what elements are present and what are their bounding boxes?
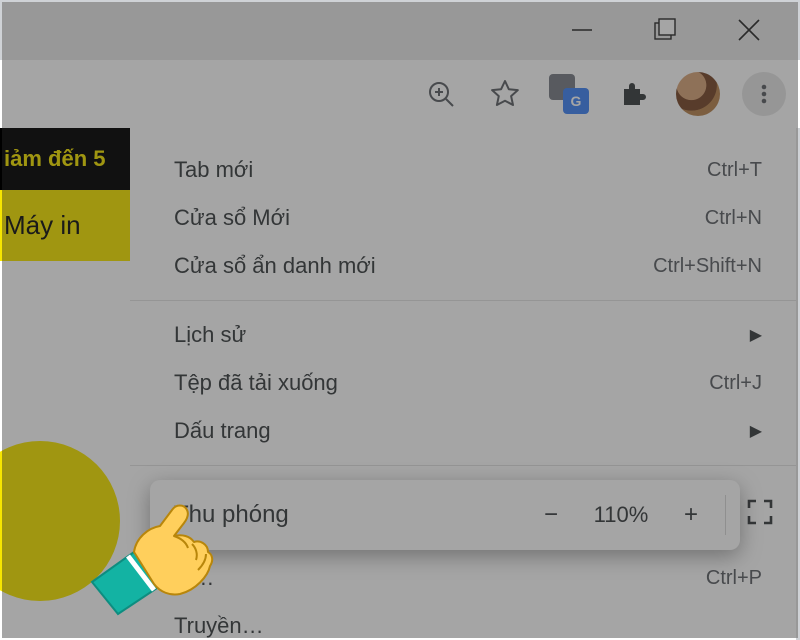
zoom-in-button[interactable]: + <box>663 487 719 543</box>
magnifier-plus-icon <box>426 79 456 109</box>
menu-item-label: Dấu trang <box>174 418 742 444</box>
menu-item-accel: Ctrl+Shift+N <box>653 255 762 278</box>
zoom-value: 110% <box>579 502 663 528</box>
submenu-arrow-icon: ▶ <box>750 325 762 345</box>
menu-item-label: Tệp đã tải xuống <box>174 370 709 396</box>
window-caption <box>0 0 800 60</box>
more-vert-icon <box>753 83 775 105</box>
fullscreen-icon <box>746 498 774 526</box>
close-button[interactable] <box>734 15 764 45</box>
close-icon <box>734 15 764 45</box>
menu-item-accel: Ctrl+J <box>709 372 762 395</box>
menu-item-accel: Ctrl+T <box>707 159 762 182</box>
maximize-icon <box>652 17 678 43</box>
menu-separator <box>130 465 796 466</box>
zoom-divider <box>725 495 726 535</box>
menu-item-new-tab[interactable]: Tab mới Ctrl+T <box>130 146 796 194</box>
menu-item-new-incognito[interactable]: Cửa sổ ẩn danh mới Ctrl+Shift+N <box>130 242 796 290</box>
address-bar: G <box>0 60 800 128</box>
minimize-button[interactable] <box>568 16 596 44</box>
menu-item-cast[interactable]: Truyền… <box>130 602 796 640</box>
toolbar-right: G <box>420 60 786 128</box>
promo-banner-yellow[interactable]: Máy in <box>0 190 130 261</box>
zoom-indicator-button[interactable] <box>420 73 462 115</box>
chrome-menu-button[interactable] <box>742 72 786 116</box>
menu-item-accel: Ctrl+N <box>705 207 762 230</box>
pointer-hand-icon <box>88 486 218 621</box>
star-icon <box>489 78 521 110</box>
menu-item-new-window[interactable]: Cửa sổ Mới Ctrl+N <box>130 194 796 242</box>
screenshot-root: G iảm đến 5 Máy in <box>0 0 800 640</box>
menu-separator <box>130 300 796 301</box>
chrome-main-menu: Tab mới Ctrl+T Cửa sổ Mới Ctrl+N Cửa sổ … <box>130 128 796 640</box>
translate-button[interactable]: G <box>548 73 590 115</box>
zoom-highlight-card: Thu phóng − 110% + <box>150 480 740 550</box>
submenu-arrow-icon: ▶ <box>750 421 762 441</box>
menu-item-label: Cửa sổ Mới <box>174 205 705 231</box>
menu-item-history[interactable]: Lịch sử ▶ <box>130 311 796 359</box>
minimize-icon <box>568 16 596 44</box>
translate-icon: G <box>549 74 589 114</box>
menu-item-bookmarks[interactable]: Dấu trang ▶ <box>130 407 796 455</box>
menu-item-zoom: Thu phóng − 110% + <box>130 476 796 554</box>
zoom-controls: − 110% + <box>523 487 732 543</box>
maximize-button[interactable] <box>652 17 678 43</box>
menu-item-print[interactable]: In… Ctrl+P <box>130 554 796 602</box>
profile-avatar-button[interactable] <box>676 72 720 116</box>
menu-item-label: Truyền… <box>174 613 762 639</box>
menu-item-label: Tab mới <box>174 157 707 183</box>
fullscreen-button[interactable] <box>746 498 774 532</box>
menu-item-accel: Ctrl+P <box>706 567 762 590</box>
zoom-out-button[interactable]: − <box>523 487 579 543</box>
extensions-button[interactable] <box>612 73 654 115</box>
puzzle-icon <box>618 79 648 109</box>
menu-item-label: Lịch sử <box>174 322 742 348</box>
menu-item-downloads[interactable]: Tệp đã tải xuống Ctrl+J <box>130 359 796 407</box>
menu-item-label: Cửa sổ ẩn danh mới <box>174 253 653 279</box>
menu-item-label: In… <box>174 565 706 591</box>
zoom-label: Thu phóng <box>174 501 523 529</box>
bookmark-star-button[interactable] <box>484 73 526 115</box>
promo-banner-dark: iảm đến 5 <box>0 128 130 190</box>
